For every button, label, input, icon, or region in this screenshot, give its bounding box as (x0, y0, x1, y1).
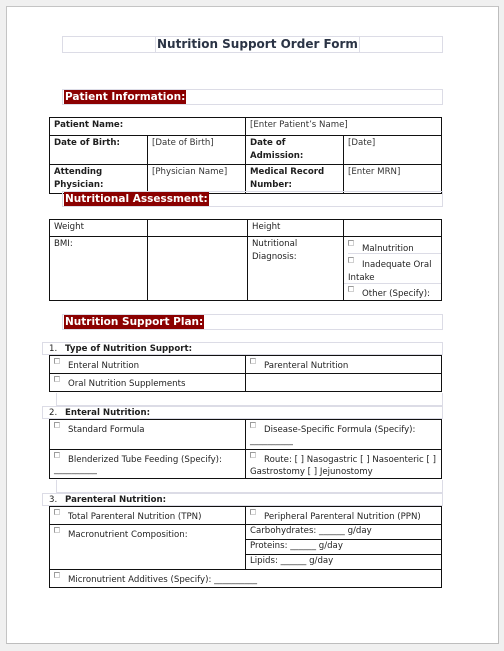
nutritional-assessment-table: Weight Height BMI: Nutritional Diagnosis… (49, 219, 442, 301)
checkbox-icon[interactable] (348, 286, 354, 292)
specify-blank[interactable]: __________ (250, 436, 293, 446)
table-row: Attending Physician: [Physician Name] Me… (49, 164, 443, 194)
weight-field[interactable] (147, 219, 248, 237)
option-route[interactable]: Route: [ ] Nasogastric [ ] Nasoenteric [… (245, 449, 442, 479)
date-of-admission-label: Date of Admission: (245, 135, 344, 165)
numbered-heading: 3. Parenteral Nutrition: (42, 493, 443, 506)
carbohydrates-field[interactable]: Carbohydrates: ______ g/day (245, 524, 442, 540)
checkbox-icon[interactable] (54, 452, 60, 458)
table-row: Macronutrient Composition: Carbohydrates… (49, 524, 442, 570)
section-heading-nutritional-assessment: Nutritional Assessment: (64, 192, 209, 206)
option-macronutrient-composition[interactable]: Macronutrient Composition: (49, 524, 246, 570)
checkbox-icon[interactable] (250, 452, 256, 458)
patient-info-table: Patient Name: [Enter Patient’s Name] Dat… (49, 117, 443, 194)
proteins-field[interactable]: Proteins: ______ g/day (245, 539, 442, 555)
checkbox-icon[interactable] (250, 422, 256, 428)
option-oral-supplements[interactable]: Oral Nutrition Supplements (49, 373, 246, 392)
date-of-birth-field[interactable]: [Date of Birth] (147, 135, 246, 165)
nutritional-diagnosis-label: Nutritional Diagnosis: (247, 236, 344, 301)
table-row: Weight Height (49, 219, 442, 237)
table-row: Patient Name: [Enter Patient’s Name] (49, 117, 443, 136)
table-row: Date of Birth: [Date of Birth] Date of A… (49, 135, 443, 165)
option-micronutrient-additives[interactable]: Micronutrient Additives (Specify): _____… (49, 569, 442, 588)
checkbox-icon[interactable] (54, 572, 60, 578)
bmi-field[interactable] (147, 236, 248, 301)
option-parenteral-nutrition[interactable]: Parenteral Nutrition (245, 355, 442, 374)
diagnosis-options-cell: Malnutrition Inadequate Oral Intake Othe… (343, 236, 442, 301)
table-row: Blenderized Tube Feeding (Specify): _____… (49, 449, 442, 479)
table-row: Standard Formula Disease-Specific Formul… (49, 419, 442, 450)
blank-field (56, 393, 443, 406)
type-of-support-table: Enteral Nutrition Parenteral Nutrition O… (49, 355, 442, 392)
mrn-label: Medical Record Number: (245, 164, 344, 194)
height-label: Height (247, 219, 344, 237)
checkbox-icon[interactable] (54, 358, 60, 364)
checkbox-icon[interactable] (348, 240, 354, 246)
option-disease-specific-formula[interactable]: Disease-Specific Formula (Specify): _____… (245, 419, 442, 450)
section-heading-patient-information: Patient Information: (64, 90, 187, 104)
mrn-field[interactable]: [Enter MRN] (342, 164, 443, 194)
checkbox-icon[interactable] (54, 509, 60, 515)
numbered-heading: 2. Enteral Nutrition: (42, 406, 443, 419)
checkbox-icon[interactable] (54, 376, 60, 382)
option-standard-formula[interactable]: Standard Formula (49, 419, 246, 450)
enteral-nutrition-table: Standard Formula Disease-Specific Formul… (49, 419, 442, 479)
checkbox-icon[interactable] (250, 509, 256, 515)
numbered-heading: 1. Type of Nutrition Support: (42, 342, 443, 355)
checkbox-icon[interactable] (250, 358, 256, 364)
lipids-field[interactable]: Lipids: ______ g/day (245, 554, 442, 570)
specify-blank[interactable]: __________ (54, 465, 97, 475)
height-field[interactable] (343, 219, 442, 237)
option-blenderized-tube-feeding[interactable]: Blenderized Tube Feeding (Specify): _____… (49, 449, 246, 479)
attending-physician-field[interactable]: [Physician Name] (147, 164, 246, 194)
patient-name-label: Patient Name: (49, 117, 246, 136)
table-row: Enteral Nutrition Parenteral Nutrition (49, 355, 442, 374)
checkbox-icon[interactable] (348, 257, 354, 263)
table-row: BMI: Nutritional Diagnosis: Malnutrition… (49, 236, 442, 301)
blank-field (56, 480, 443, 493)
diagnosis-option[interactable]: Inadequate Oral Intake (344, 254, 441, 284)
empty-cell (245, 373, 442, 392)
section-heading-nutrition-support-plan: Nutrition Support Plan: (64, 315, 205, 329)
option-enteral-nutrition[interactable]: Enteral Nutrition (49, 355, 246, 374)
diagnosis-option[interactable]: Malnutrition (348, 238, 441, 254)
table-row: Micronutrient Additives (Specify): _____… (49, 569, 442, 588)
table-row: Total Parenteral Nutrition (TPN) Periphe… (49, 506, 442, 525)
option-tpn[interactable]: Total Parenteral Nutrition (TPN) (49, 506, 246, 525)
weight-label: Weight (49, 219, 148, 237)
attending-physician-label: Attending Physician: (49, 164, 148, 194)
date-of-admission-field[interactable]: [Date] (342, 135, 443, 165)
patient-name-field[interactable]: [Enter Patient’s Name] (244, 117, 443, 136)
date-of-birth-label: Date of Birth: (49, 135, 148, 165)
checkbox-icon[interactable] (54, 422, 60, 428)
table-row: Oral Nutrition Supplements (49, 373, 442, 392)
diagnosis-option[interactable]: Other (Specify): (348, 284, 441, 299)
page-title: Nutrition Support Order Form (155, 36, 360, 53)
option-ppn[interactable]: Peripheral Parenteral Nutrition (PPN) (245, 506, 442, 525)
parenteral-nutrition-table: Total Parenteral Nutrition (TPN) Periphe… (49, 506, 442, 588)
checkbox-icon[interactable] (54, 527, 60, 533)
bmi-label: BMI: (49, 236, 148, 301)
